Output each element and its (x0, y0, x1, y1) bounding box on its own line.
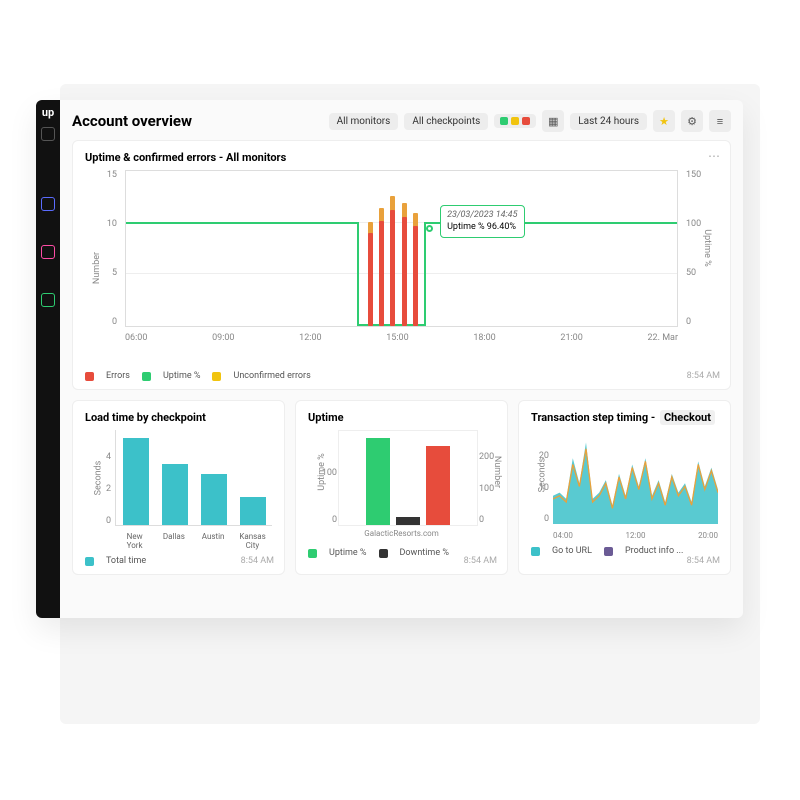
status-yellow-icon (511, 117, 519, 125)
search-icon[interactable] (41, 127, 55, 141)
nav-icon-2[interactable] (41, 245, 55, 259)
panel-title: Uptime & confirmed errors - All monitors (85, 151, 718, 164)
legend-uptime-icon (142, 372, 151, 381)
grid-icon[interactable]: ▦ (542, 110, 564, 132)
gear-icon[interactable]: ⚙ (681, 110, 703, 132)
panel-timestamp: 8:54 AM (687, 556, 720, 566)
plot-area: 23/03/2023 14:45 Uptime % 96.40% (125, 170, 678, 327)
legend: Errors Uptime % Unconfirmed errors (85, 371, 718, 381)
legend-errors-label: Errors (106, 371, 130, 381)
tooltip: 23/03/2023 14:45 Uptime % 96.40% (440, 205, 524, 238)
more-icon[interactable]: ⋯ (708, 149, 720, 163)
app-window: up Account overview All monitors All che… (36, 100, 743, 618)
panel-title-selector[interactable]: Checkout (660, 410, 715, 425)
chart-transaction: Seconds 20100 04:0012:0020:00 (531, 430, 718, 540)
tooltip-marker (426, 225, 433, 232)
plot-area: Uptime % Number 1000 2001000 (338, 430, 478, 526)
filter-checkpoints[interactable]: All checkpoints (404, 113, 488, 130)
panel-transaction-timing: Transaction step timing - Checkout Secon… (518, 400, 731, 575)
panel-timestamp: 8:54 AM (241, 556, 274, 566)
page-title: Account overview (72, 112, 323, 130)
nav-icon-1[interactable] (41, 197, 55, 211)
area-plot (553, 430, 718, 524)
y-axis-right-ticks: 2001000 (479, 431, 501, 525)
nav-icon-3[interactable] (41, 293, 55, 307)
legend-down-label: Downtime % (400, 548, 449, 558)
time-range[interactable]: Last 24 hours (570, 113, 647, 130)
legend-total-icon (85, 557, 94, 566)
x-axis-labels: New YorkDallasAustinKansas City (115, 532, 272, 550)
main-content: Account overview All monitors All checkp… (60, 100, 743, 618)
header: Account overview All monitors All checkp… (72, 110, 731, 132)
logo: up (42, 106, 54, 119)
bars (339, 431, 477, 525)
panel-load-time: Load time by checkpoint Seconds 420 New … (72, 400, 285, 575)
panel-uptime-site: Uptime Uptime % Number 1000 2001000 Gala (295, 400, 508, 575)
chart-uptime-errors: Number Uptime % 151050 150100500 (85, 170, 718, 365)
legend-unconfirmed-icon (212, 372, 221, 381)
legend-up-icon (308, 549, 317, 558)
plot-area (115, 430, 272, 526)
y-axis-ticks: 20100 (531, 430, 549, 524)
panel-title: Uptime (308, 411, 495, 424)
chart-load-time: Seconds 420 New YorkDallasAustinKansas C… (85, 430, 272, 550)
legend-product-icon (604, 547, 613, 556)
panel-timestamp: 8:54 AM (687, 371, 720, 381)
panel-title: Load time by checkpoint (85, 411, 272, 424)
sidebar: up (36, 100, 60, 618)
x-axis-label: GalacticResorts.com (338, 529, 465, 538)
legend-unconfirmed-label: Unconfirmed errors (233, 371, 310, 381)
y-axis-right-ticks: 150100500 (682, 170, 718, 327)
legend-uptime-label: Uptime % (163, 371, 201, 381)
legend-errors-icon (85, 372, 94, 381)
tooltip-timestamp: 23/03/2023 14:45 (447, 210, 517, 222)
y-axis-ticks: 420 (85, 430, 111, 526)
legend-up-label: Uptime % (329, 548, 367, 558)
legend-product-label: Product info ... (625, 546, 683, 556)
status-red-icon (522, 117, 530, 125)
panel-uptime-errors: Uptime & confirmed errors - All monitors… (72, 140, 731, 390)
legend-down-icon (379, 549, 388, 558)
panel-timestamp: 8:54 AM (464, 556, 497, 566)
status-color-filter[interactable] (494, 114, 536, 128)
panel-title-prefix: Transaction step timing - (531, 411, 655, 424)
legend-total-label: Total time (106, 556, 146, 566)
legend-url-label: Go to URL (552, 546, 592, 556)
legend-url-icon (531, 547, 540, 556)
panel-title: Transaction step timing - Checkout (531, 411, 718, 424)
x-axis-ticks: 06:0009:0012:0015:0018:0021:0022. Mar (125, 333, 678, 343)
legend: Go to URL Product info ... (531, 546, 718, 556)
star-icon[interactable]: ★ (653, 110, 675, 132)
y-axis-left-ticks: 1000 (315, 431, 337, 525)
filter-monitors[interactable]: All monitors (329, 113, 399, 130)
status-green-icon (500, 117, 508, 125)
y-axis-left-ticks: 151050 (85, 170, 121, 327)
menu-icon[interactable]: ≡ (709, 110, 731, 132)
x-axis-ticks: 04:0012:0020:00 (553, 531, 718, 540)
tooltip-value: Uptime % 96.40% (447, 222, 517, 234)
